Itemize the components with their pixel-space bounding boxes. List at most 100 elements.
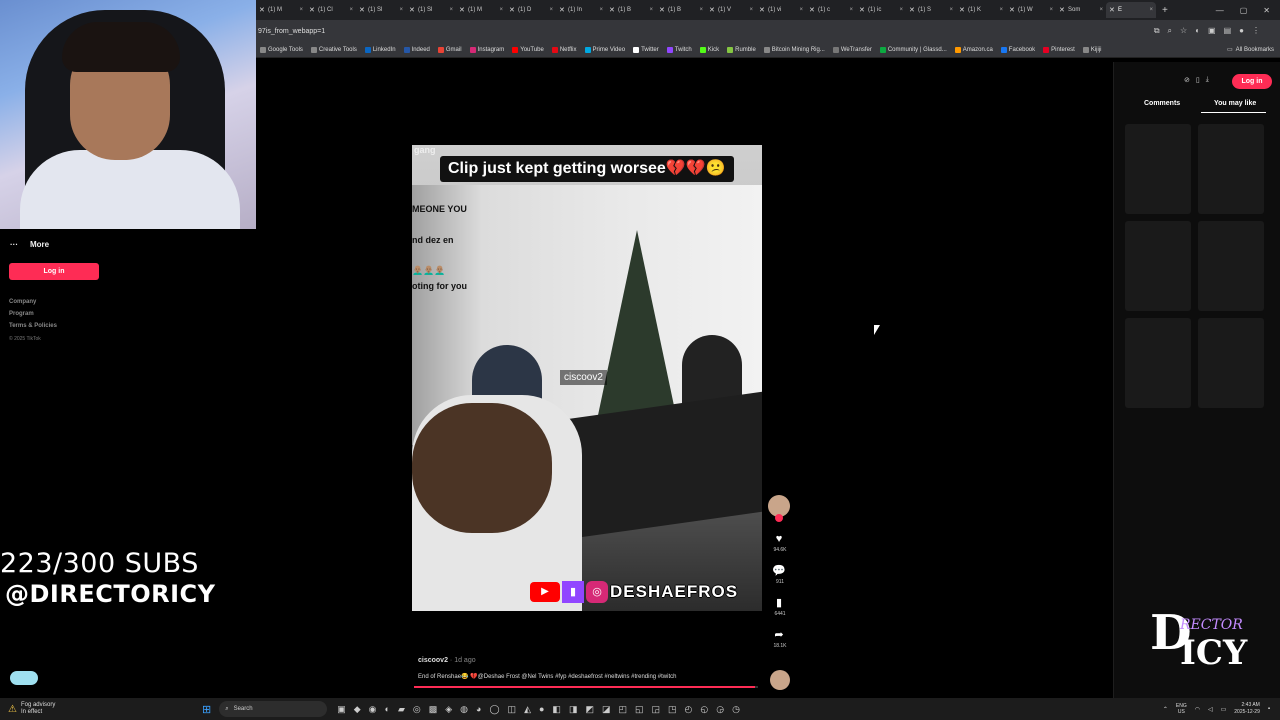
close-icon[interactable]: × (799, 7, 803, 13)
bookmark-item[interactable]: Pinterest (1043, 46, 1075, 53)
bookmark-item[interactable]: Netflix (551, 46, 577, 53)
close-icon[interactable]: × (999, 7, 1003, 13)
close-icon[interactable]: × (1099, 7, 1103, 13)
more-menu-item[interactable]: ··· More (10, 240, 49, 249)
bookmark-item[interactable]: Kijiji (1082, 46, 1102, 53)
app-icon[interactable]: ◭ (524, 704, 531, 715)
creator-avatar[interactable] (768, 495, 790, 522)
bookmark-item[interactable]: Creative Tools (310, 46, 357, 53)
language-indicator[interactable]: ENG US (1176, 703, 1187, 715)
footer-link-company[interactable]: Company (9, 299, 36, 305)
app-icon[interactable]: ◪ (602, 704, 611, 715)
close-icon[interactable]: × (699, 7, 703, 13)
bookmark-item[interactable]: Bitcoin Mining Rig... (763, 46, 825, 53)
spotify-icon[interactable]: ● (539, 704, 544, 715)
bookmark-item[interactable]: Prime Video (584, 46, 625, 53)
browser-tab[interactable]: ✕ (1) c × (806, 2, 856, 18)
suggested-video-thumb[interactable] (1198, 318, 1264, 408)
browser-tab[interactable]: ✕ (1) In × (556, 2, 606, 18)
coin-icon[interactable]: ⊘ (1184, 76, 1190, 84)
browser-tab[interactable]: ✕ (1) S × (906, 2, 956, 18)
download-icon[interactable]: ⤓ (1206, 76, 1209, 84)
bookmark-item[interactable]: Rumble (727, 46, 756, 53)
browser-tab[interactable]: ✕ (1) B × (606, 2, 656, 18)
app-icon[interactable]: ◍ (460, 704, 468, 715)
bookmark-item[interactable]: Gmail (437, 46, 462, 53)
app-icon[interactable]: ◨ (569, 704, 578, 715)
close-icon[interactable]: × (1149, 7, 1153, 13)
app-icon[interactable]: ◴ (685, 704, 693, 715)
weather-widget[interactable]: ⚠ Fog advisory In effect (0, 702, 200, 716)
app-icon[interactable]: ◷ (732, 704, 740, 715)
bookmark-star-icon[interactable]: ☆ (1180, 26, 1187, 36)
browser-tab[interactable]: ✕ (1) W × (1006, 2, 1056, 18)
app-icon[interactable]: ◶ (716, 704, 724, 715)
browser-tab[interactable]: ✕ E × (1106, 2, 1156, 18)
app-icon[interactable]: ◰ (618, 704, 627, 715)
browser-tab[interactable]: ✕ (1) Sl × (406, 2, 456, 18)
profile-icon[interactable]: ● (1239, 26, 1244, 36)
author-name[interactable]: ciscoov2 (418, 657, 448, 664)
bookmark-item[interactable]: Facebook (1000, 46, 1035, 53)
comment-icon[interactable]: 💬 (768, 564, 790, 577)
like-heart-icon[interactable]: ♥ (768, 533, 790, 545)
clock[interactable]: 2:43 AM 2025-12-29 (1234, 702, 1260, 716)
follow-plus-icon[interactable] (775, 514, 783, 522)
extension-icon[interactable]: ◐ (1195, 26, 1200, 36)
video-progress-bar[interactable] (414, 686, 758, 688)
browser-tab[interactable]: ✕ (1) D × (506, 2, 556, 18)
bookmark-item[interactable]: Indeed (403, 46, 430, 53)
app-icon[interactable]: ◯ (489, 704, 499, 715)
browser-tab[interactable]: ✕ (1) Cl × (306, 2, 356, 18)
suggested-video-thumb[interactable] (1125, 221, 1191, 311)
suggested-video-thumb[interactable] (1198, 124, 1264, 214)
chevron-up-icon[interactable]: ⌃ (1163, 706, 1168, 713)
bookmark-item[interactable]: Instagram (469, 46, 504, 53)
bookmark-item[interactable]: WeTransfer (832, 46, 872, 53)
new-tab-icon[interactable]: + (1156, 5, 1174, 16)
browser-tab[interactable]: ✕ (1) V × (706, 2, 756, 18)
app-icon[interactable]: ▩ (429, 704, 438, 715)
bookmark-item[interactable]: Google Tools (260, 46, 303, 53)
app-icon[interactable]: ◳ (668, 704, 677, 715)
app-icon[interactable]: ◉ (369, 704, 377, 715)
bookmark-item[interactable]: Twitch (666, 46, 692, 53)
close-window-icon[interactable]: ✕ (1263, 6, 1270, 15)
bookmark-icon[interactable]: ▮ (768, 596, 790, 609)
app-icon[interactable]: ◧ (552, 704, 561, 715)
video-author[interactable]: ciscoov2 · 1d ago (418, 657, 476, 664)
app-icon[interactable]: ◱ (635, 704, 644, 715)
tab-comments[interactable]: Comments (1144, 100, 1180, 107)
bookmark-item[interactable]: LinkedIn (364, 46, 396, 53)
browser-tab[interactable]: ✕ (1) ic × (856, 2, 906, 18)
taskbar-search[interactable]: ⌕ Search (219, 701, 328, 717)
close-icon[interactable]: × (549, 7, 553, 13)
install-icon[interactable]: ⧉ (1154, 26, 1160, 36)
battery-icon[interactable]: ▭ (1221, 706, 1227, 713)
menu-icon[interactable]: ⋮ (1252, 26, 1260, 36)
app-icon[interactable]: ◲ (652, 704, 661, 715)
close-icon[interactable]: × (1049, 7, 1053, 13)
minimize-icon[interactable]: — (1216, 6, 1224, 15)
close-icon[interactable]: × (399, 7, 403, 13)
notification-icon[interactable]: ▪ (1268, 706, 1270, 712)
app-icon[interactable]: ◎ (413, 704, 421, 715)
suggested-video-thumb[interactable] (1125, 124, 1191, 214)
app-icon[interactable]: ◈ (445, 704, 452, 715)
app-icon[interactable]: ◫ (508, 704, 517, 715)
close-icon[interactable]: × (349, 7, 353, 13)
close-icon[interactable]: × (299, 7, 303, 13)
chrome-icon[interactable]: ◕ (476, 704, 481, 715)
suggested-video-thumb[interactable] (1198, 221, 1264, 311)
browser-tab[interactable]: ✕ (1) Sl × (356, 2, 406, 18)
close-icon[interactable]: × (499, 7, 503, 13)
app-icon[interactable]: ◐ (385, 704, 390, 715)
app-icon[interactable]: ◆ (354, 704, 361, 715)
sidebar-login-button[interactable]: Log in (9, 263, 99, 280)
close-icon[interactable]: × (599, 7, 603, 13)
suggested-video-thumb[interactable] (1125, 318, 1191, 408)
url-text[interactable]: 97is_from_webapp=1 (256, 28, 325, 35)
address-bar[interactable]: 97is_from_webapp=1 ⧉ ⌕ ☆ ◐ ▣ ▤ ● ⋮ (256, 20, 1280, 42)
sidebar-icon[interactable]: ▤ (1224, 26, 1232, 36)
phone-icon[interactable]: ▯ (1196, 76, 1200, 84)
